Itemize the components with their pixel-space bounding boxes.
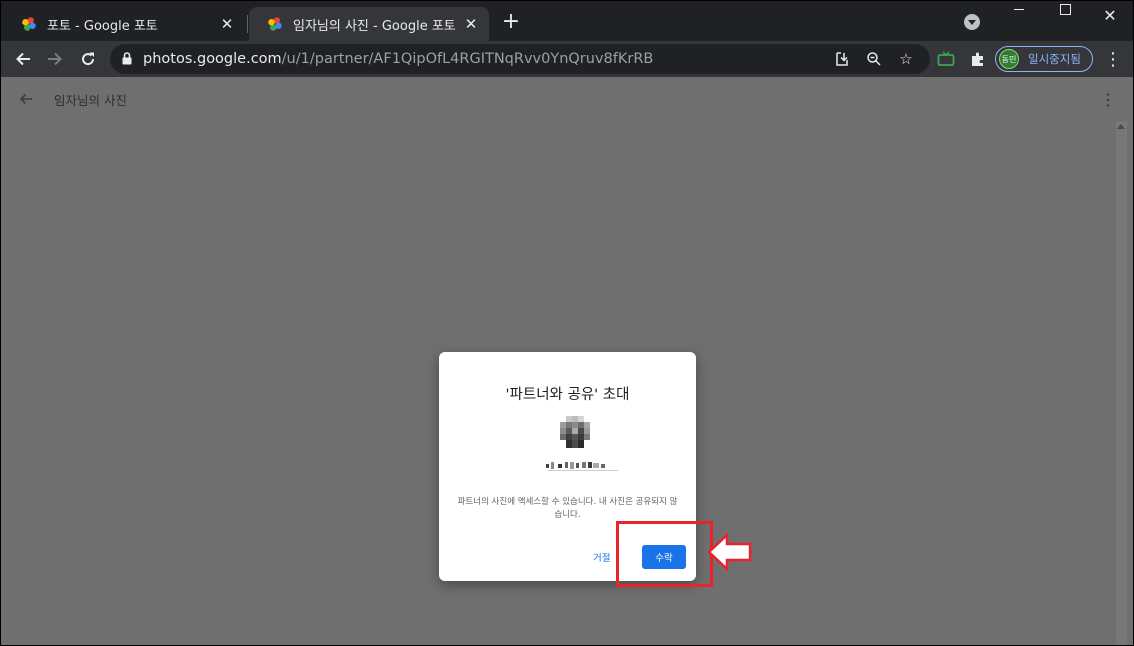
dialog-title: '파트너와 공유' 초대 <box>505 387 630 403</box>
browser-toolbar: photos.google.com/u/1/partner/AF1QipOfL4… <box>1 41 1133 77</box>
maximize-button[interactable] <box>1042 1 1088 29</box>
tv-extension-icon[interactable] <box>935 48 957 70</box>
window-close-button[interactable]: ✕ <box>1087 1 1133 29</box>
browser-window: 포토 - Google 포토 ✕ 임자님의 사진 - Google 포토 ✕ +… <box>1 1 1133 645</box>
back-arrow-icon[interactable] <box>16 89 36 109</box>
google-photos-icon <box>22 17 36 31</box>
profile-button[interactable]: 동민 일시중지됨 <box>995 46 1093 72</box>
tab-photos-home[interactable]: 포토 - Google 포토 ✕ <box>3 7 245 41</box>
url-path: /u/1/partner/AF1QipOfL4RGITNqRvv0YnQruv8… <box>281 51 654 67</box>
tab-title: 포토 - Google 포토 <box>47 18 158 34</box>
page-title: 임자님의 사진 <box>54 93 127 108</box>
profile-status-label: 일시중지됨 <box>1028 52 1081 66</box>
tab-strip: 포토 - Google 포토 ✕ 임자님의 사진 - Google 포토 ✕ +… <box>1 1 1133 41</box>
back-arrow-icon[interactable] <box>9 45 37 73</box>
zoom-icon[interactable] <box>864 49 884 69</box>
tab-title: 임자님의 사진 - Google 포토 <box>293 18 456 34</box>
minimize-button[interactable] <box>996 1 1042 29</box>
reject-button[interactable]: 거절 <box>593 550 610 564</box>
install-icon[interactable] <box>832 49 852 69</box>
new-tab-button[interactable]: + <box>499 11 523 35</box>
inviter-avatar <box>560 416 590 448</box>
inviter-name-redacted <box>546 462 618 471</box>
url-host: photos.google.com <box>143 51 282 67</box>
tab-partner-photos[interactable]: 임자님의 사진 - Google 포토 ✕ <box>249 7 489 41</box>
tab-search-icon[interactable] <box>964 14 980 30</box>
lock-icon[interactable] <box>122 52 132 65</box>
forward-arrow-icon[interactable] <box>41 45 69 73</box>
tab-separator <box>247 15 248 33</box>
google-photos-icon <box>268 17 282 31</box>
scroll-up-arrow-icon[interactable] <box>1117 124 1125 129</box>
avatar: 동민 <box>999 49 1019 69</box>
address-bar[interactable]: photos.google.com/u/1/partner/AF1QipOfL4… <box>110 44 930 74</box>
url-text[interactable]: photos.google.com/u/1/partner/AF1QipOfL4… <box>143 51 653 67</box>
dialog-body-text: 파트너의 사진에 액세스할 수 있습니다. 내 사진은 공유되지 않습니다. <box>457 497 678 520</box>
pointer-arrow-icon <box>707 533 752 571</box>
scrollbar[interactable] <box>1116 121 1127 645</box>
reload-icon[interactable] <box>74 45 102 73</box>
star-icon[interactable]: ☆ <box>896 49 916 69</box>
highlight-box <box>616 521 713 587</box>
close-icon[interactable]: ✕ <box>463 15 479 33</box>
more-options-icon[interactable]: ⋮ <box>1099 89 1117 109</box>
kebab-menu-icon[interactable]: ⋮ <box>1101 45 1125 73</box>
close-icon[interactable]: ✕ <box>219 15 235 33</box>
page-overlay: 임자님의 사진 ⋮ '파트너와 공유' 초대 파트너의 사진에 액세스할 수 있… <box>1 77 1133 645</box>
puzzle-icon[interactable] <box>967 48 989 70</box>
